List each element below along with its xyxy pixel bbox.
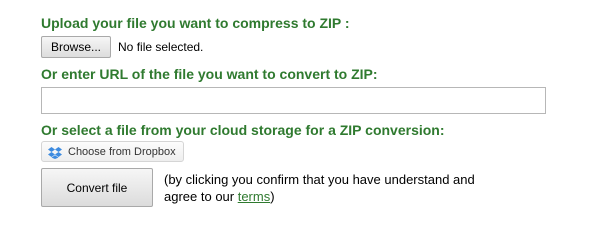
file-chooser: Browse... No file selected. (41, 36, 203, 58)
terms-link[interactable]: terms (238, 189, 271, 204)
choose-from-dropbox-button[interactable]: Choose from Dropbox (41, 141, 184, 162)
agree-suffix: ) (270, 189, 275, 204)
dropbox-button-label: Choose from Dropbox (68, 145, 176, 158)
file-status-text: No file selected. (118, 40, 204, 54)
browse-button[interactable]: Browse... (41, 36, 112, 58)
convert-file-button[interactable]: Convert file (41, 168, 153, 207)
dropbox-icon (48, 146, 62, 159)
cloud-heading: Or select a file from your cloud storage… (41, 122, 445, 138)
agree-prefix: (by clicking you confirm that you have u… (164, 172, 475, 204)
upload-heading: Upload your file you want to compress to… (41, 15, 350, 31)
terms-agreement-text: (by clicking you confirm that you have u… (164, 171, 504, 205)
url-heading: Or enter URL of the file you want to con… (41, 66, 378, 82)
url-input[interactable] (41, 87, 546, 114)
